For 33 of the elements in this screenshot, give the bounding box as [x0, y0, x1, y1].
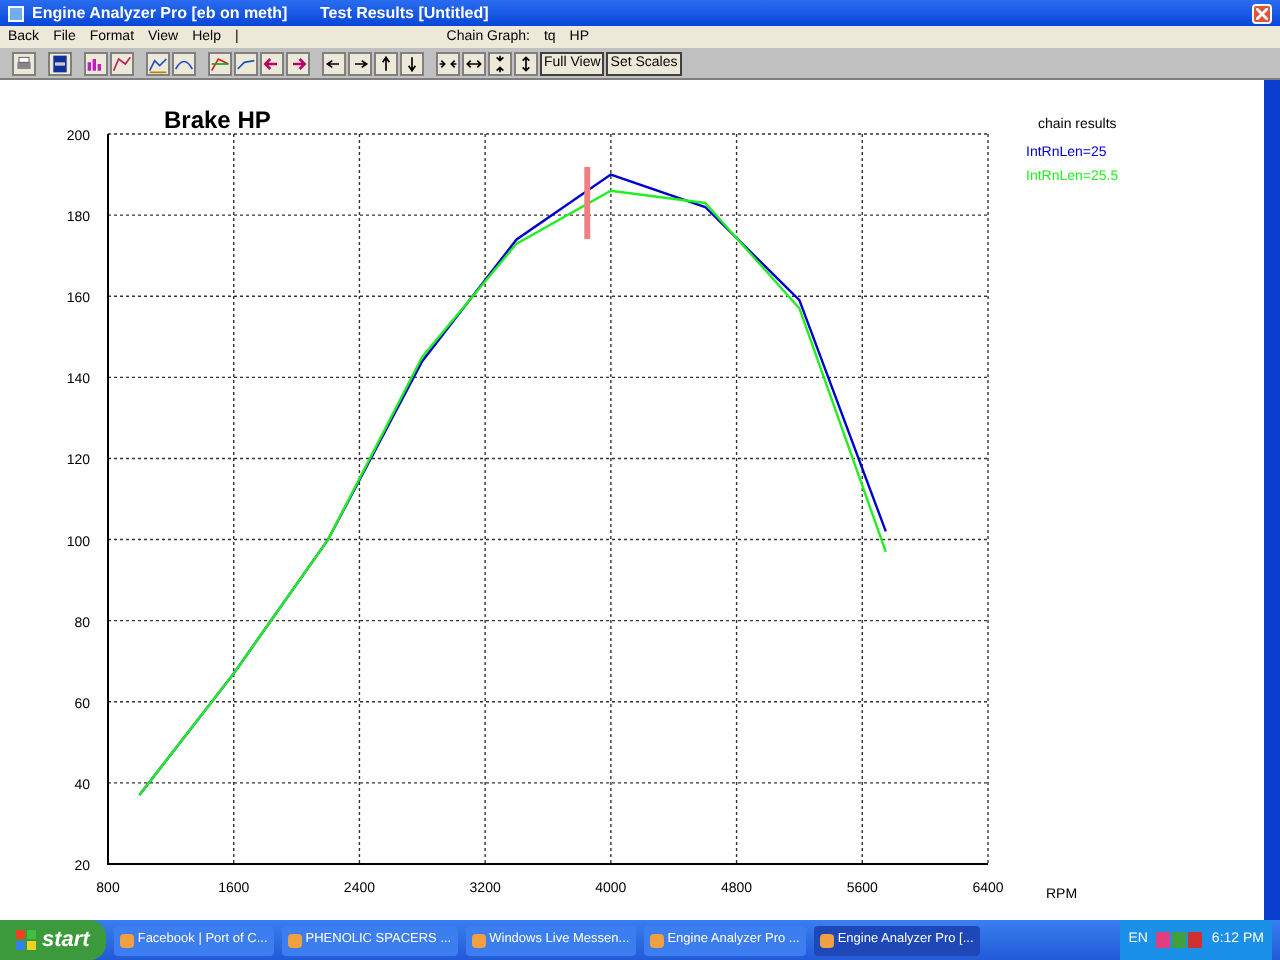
stretch-vertical-icon — [516, 53, 536, 73]
toolbar-button[interactable] — [514, 51, 538, 75]
toolbar-button[interactable] — [348, 51, 372, 75]
toolbar-button[interactable] — [322, 51, 346, 75]
document-title: Test Results [Untitled] — [320, 5, 489, 21]
app-icon — [649, 933, 664, 947]
toolbar-button[interactable] — [436, 51, 460, 75]
windows-logo-icon — [16, 930, 36, 950]
bar-chart-icon — [86, 53, 106, 73]
close-icon — [1256, 7, 1268, 19]
printer-icon — [14, 53, 34, 73]
toolbar-button[interactable] — [488, 51, 512, 75]
toolbar-button[interactable] — [48, 51, 72, 75]
chart-icon — [210, 53, 230, 73]
app-icon — [471, 933, 486, 947]
chart-icon — [148, 53, 168, 73]
arrow-up-icon — [376, 53, 396, 73]
close-button[interactable] — [1252, 3, 1272, 23]
toolbar-button[interactable] — [462, 51, 486, 75]
app-icon — [119, 933, 134, 947]
window-title: Engine Analyzer Pro [eb on meth] — [32, 5, 290, 21]
start-button[interactable]: start — [0, 920, 106, 960]
chart-title: Brake HP — [164, 106, 271, 134]
toolbar-button[interactable] — [374, 51, 398, 75]
app-icon — [287, 933, 302, 947]
app-icon — [819, 933, 834, 947]
line-chart-icon — [112, 53, 132, 73]
shrink-vertical-icon — [490, 53, 510, 73]
app-icon — [8, 5, 24, 21]
arrow-right-icon — [288, 53, 308, 73]
arrow-left-icon — [262, 53, 282, 73]
arrow-down-icon — [402, 53, 422, 73]
toolbar-button[interactable] — [400, 51, 424, 75]
